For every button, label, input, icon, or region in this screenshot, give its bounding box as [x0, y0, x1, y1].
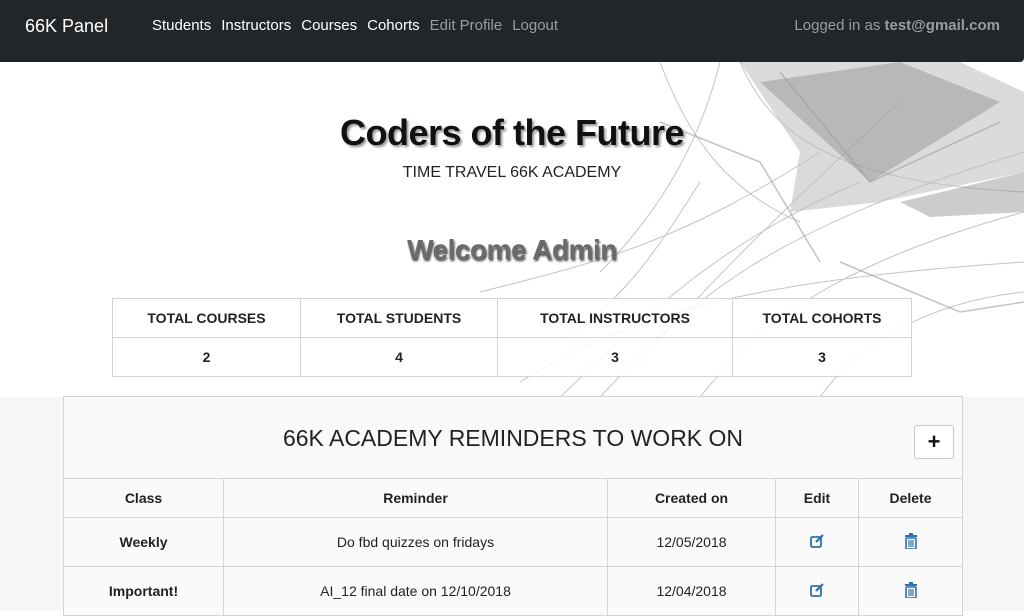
edit-icon[interactable] — [809, 582, 825, 601]
page-subtitle: TIME TRAVEL 66K ACADEMY — [402, 164, 622, 181]
stat-value-cohorts: 3 — [732, 337, 912, 377]
edit-cell — [775, 517, 859, 567]
reminder-created: 12/04/2018 — [607, 566, 776, 616]
edit-icon[interactable] — [809, 533, 825, 552]
reminder-text: Do fbd quizzes on fridays — [223, 517, 608, 567]
trash-icon[interactable] — [904, 581, 918, 601]
delete-cell — [858, 566, 963, 616]
logged-in-prefix: Logged in as — [794, 17, 881, 34]
stats-header-row: TOTAL COURSES TOTAL STUDENTS TOTAL INSTR… — [112, 298, 912, 338]
nav-edit-profile[interactable]: Edit Profile — [430, 17, 503, 34]
reminders-table: Class Reminder Created on Edit Delete We… — [63, 478, 963, 616]
trash-icon[interactable] — [904, 532, 918, 552]
stats-value-row: 2 4 3 3 — [112, 337, 912, 377]
stat-value-instructors: 3 — [497, 337, 733, 377]
add-reminder-button[interactable]: + — [914, 425, 954, 459]
nav-cohorts[interactable]: Cohorts — [367, 17, 420, 34]
table-row: Important! AI_12 final date on 12/10/201… — [63, 566, 963, 616]
col-header-reminder: Reminder — [223, 478, 608, 518]
nav-instructors[interactable]: Instructors — [221, 17, 291, 34]
reminders-header-row: Class Reminder Created on Edit Delete — [63, 478, 963, 518]
stat-header-cohorts: TOTAL COHORTS — [732, 298, 912, 338]
stat-header-students: TOTAL STUDENTS — [300, 298, 498, 338]
brand-link[interactable]: 66K Panel — [25, 16, 108, 37]
reminder-created: 12/05/2018 — [607, 517, 776, 567]
stat-value-courses: 2 — [112, 337, 301, 377]
stats-table: TOTAL COURSES TOTAL STUDENTS TOTAL INSTR… — [112, 298, 912, 377]
col-header-created: Created on — [607, 478, 776, 518]
reminder-class: Weekly — [63, 517, 224, 567]
nav-students[interactable]: Students — [152, 17, 211, 34]
nav-courses[interactable]: Courses — [301, 17, 357, 34]
reminder-class: Important! — [63, 566, 224, 616]
welcome-heading: Welcome Admin — [407, 234, 617, 265]
logged-in-status: Logged in as test@gmail.com — [794, 17, 1000, 34]
nav-logout[interactable]: Logout — [512, 17, 558, 34]
table-row: Weekly Do fbd quizzes on fridays 12/05/2… — [63, 517, 963, 567]
reminders-title: 66K ACADEMY REMINDERS TO WORK ON — [282, 425, 744, 451]
col-header-class: Class — [63, 478, 224, 518]
reminders-panel: 66K ACADEMY REMINDERS TO WORK ON + Class… — [63, 396, 963, 616]
page-title: Coders of the Future — [339, 112, 685, 153]
user-email: test@gmail.com — [884, 17, 1001, 34]
stat-header-courses: TOTAL COURSES — [112, 298, 301, 338]
col-header-edit: Edit — [775, 478, 859, 518]
stat-value-students: 4 — [300, 337, 498, 377]
navbar: 66K Panel Students Instructors Courses C… — [0, 0, 1024, 62]
reminder-text: AI_12 final date on 12/10/2018 — [223, 566, 608, 616]
stat-header-instructors: TOTAL INSTRUCTORS — [497, 298, 733, 338]
plus-icon: + — [927, 429, 941, 454]
col-header-delete: Delete — [858, 478, 963, 518]
edit-cell — [775, 566, 859, 616]
delete-cell — [858, 517, 963, 567]
nav-links: Students Instructors Courses Cohorts Edi… — [152, 17, 568, 34]
